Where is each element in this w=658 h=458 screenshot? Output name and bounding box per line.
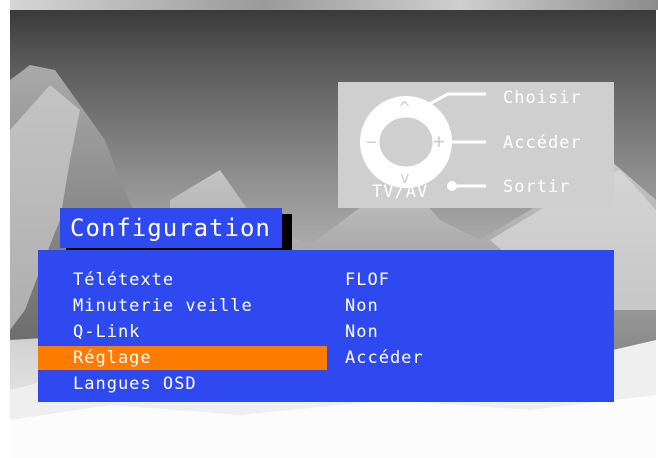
menu-item-value: FLOF [345,270,390,290]
plus-icon: + [433,129,445,153]
menu-title: Configuration [60,208,282,248]
menu-item-label: Langues OSD [73,374,197,394]
settings-menu-panel: Télétexte FLOF Minuterie veille Non Q-Li… [38,250,614,402]
menu-item-label: Q-Link [73,322,141,342]
remote-legend-panel: ^ v − + Choisir Accéder Sortir TV/AV [338,82,614,208]
left-border-strip [0,0,10,458]
legend-choose-label: Choisir [503,88,582,108]
legend-exit-label: Sortir [503,177,571,197]
menu-item-q-link[interactable]: Q-Link Non [38,320,614,346]
top-border-strip [0,0,658,10]
tv-av-button-label: TV/AV [372,182,429,202]
menu-item-teletext[interactable]: Télétexte FLOF [38,268,614,294]
menu-item-value: Non [345,322,379,342]
up-arrow-icon: ^ [399,98,410,119]
menu-item-label: Minuterie veille [73,296,253,316]
menu-item-label: Télétexte [73,270,175,290]
legend-enter-label: Accéder [503,133,582,153]
menu-item-tuning[interactable]: Réglage Accéder [38,346,614,372]
menu-item-sleep-timer[interactable]: Minuterie veille Non [38,294,614,320]
menu-item-label: Réglage [73,348,152,368]
menu-item-value: Non [345,296,379,316]
menu-item-value: Accéder [345,348,424,368]
menu-item-osd-languages[interactable]: Langues OSD [38,372,614,398]
minus-icon: − [366,132,377,153]
